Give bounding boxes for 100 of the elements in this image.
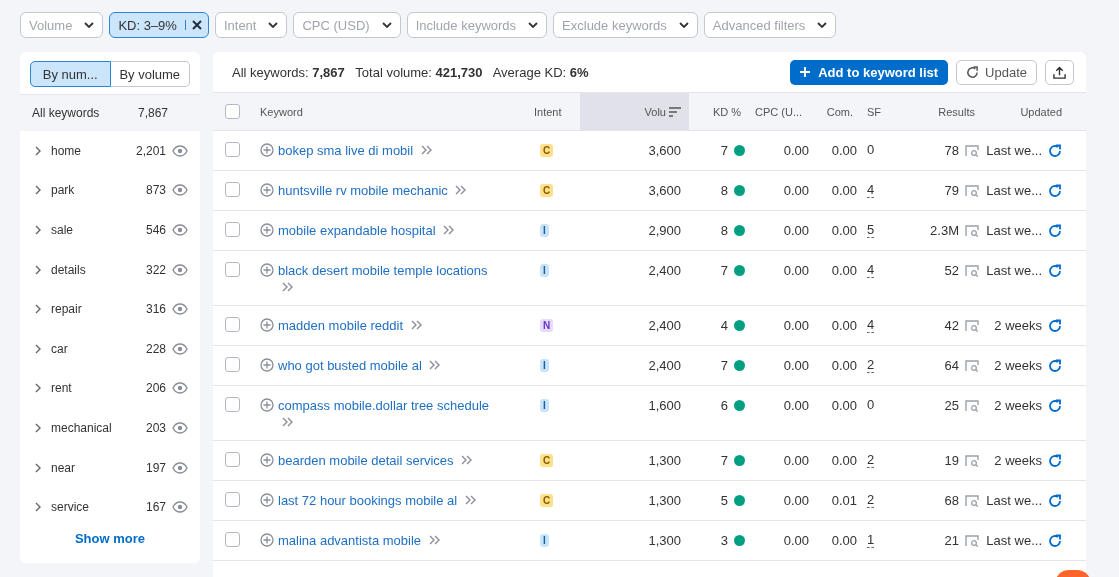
chevron-icon[interactable]	[35, 502, 41, 513]
table-cell[interactable]: 2	[867, 492, 875, 508]
group-name[interactable]: rent	[51, 381, 72, 396]
group-name[interactable]: home	[51, 143, 82, 158]
refresh-icon[interactable]	[1048, 143, 1062, 158]
refresh-icon[interactable]	[1048, 533, 1062, 548]
refresh-icon[interactable]	[1048, 453, 1062, 468]
refresh-icon[interactable]	[1048, 398, 1062, 413]
table-cell[interactable]: 4	[867, 317, 875, 333]
keyword-link[interactable]: black desert mobile temple locations	[278, 263, 488, 278]
column-header[interactable]: Intent	[530, 105, 580, 118]
refresh-icon[interactable]	[1048, 223, 1062, 238]
row-checkbox[interactable]	[225, 452, 240, 467]
chevron-icon[interactable]	[35, 264, 41, 275]
column-header[interactable]: Com.	[809, 105, 857, 118]
add-icon[interactable]	[260, 263, 274, 277]
row-checkbox[interactable]	[225, 397, 240, 412]
table-cell[interactable]: 2	[867, 357, 875, 373]
group-name[interactable]: service	[51, 500, 89, 515]
caret-icon[interactable]	[678, 22, 689, 28]
refresh-icon[interactable]	[966, 65, 980, 79]
filter-chip[interactable]: KD: 3–9%	[109, 12, 209, 38]
serp-icon[interactable]	[965, 534, 979, 547]
eye-icon[interactable]	[172, 263, 188, 276]
chevron-icon[interactable]	[35, 422, 41, 433]
group-name[interactable]: car	[51, 341, 68, 356]
caret-icon[interactable]	[268, 22, 279, 28]
group-name[interactable]: park	[51, 183, 75, 198]
update-button[interactable]: Update	[956, 59, 1037, 85]
column-header[interactable]: CPC (U...	[745, 105, 809, 118]
add-icon[interactable]	[260, 143, 274, 157]
refresh-icon[interactable]	[1048, 493, 1062, 508]
chevron-icon[interactable]	[35, 145, 41, 156]
caret-icon[interactable]	[528, 22, 539, 28]
chevron-icon[interactable]	[35, 185, 41, 196]
double-chevron-icon[interactable]	[420, 145, 433, 155]
eye-icon[interactable]	[172, 461, 188, 474]
keyword-link[interactable]: huntsville rv mobile mechanic	[278, 183, 448, 198]
serp-icon[interactable]	[965, 264, 979, 277]
table-cell[interactable]: 4	[867, 262, 875, 278]
add-icon[interactable]	[260, 493, 274, 507]
chevron-icon[interactable]	[35, 383, 41, 394]
all-keywords-row[interactable]: All keywords 7,867	[20, 94, 200, 131]
eye-icon[interactable]	[172, 342, 188, 355]
chevron-icon[interactable]	[35, 462, 41, 473]
column-header[interactable]: Updated	[979, 105, 1072, 118]
double-chevron-icon[interactable]	[429, 360, 442, 370]
add-icon[interactable]	[260, 318, 274, 332]
add-icon[interactable]	[260, 453, 274, 467]
close-icon[interactable]	[184, 20, 202, 30]
eye-icon[interactable]	[172, 382, 188, 395]
serp-icon[interactable]	[965, 144, 979, 157]
refresh-icon[interactable]	[1048, 358, 1062, 373]
serp-icon[interactable]	[965, 494, 979, 507]
keyword-link[interactable]: bokep sma live di mobil	[278, 143, 414, 158]
keyword-link[interactable]: bearden mobile detail services	[278, 453, 454, 468]
double-chevron-icon[interactable]	[282, 417, 294, 427]
row-checkbox[interactable]	[225, 222, 240, 237]
group-name[interactable]: sale	[51, 223, 73, 237]
refresh-icon[interactable]	[1048, 318, 1062, 333]
group-name[interactable]: mechanical	[51, 420, 112, 435]
eye-icon[interactable]	[172, 303, 188, 316]
double-chevron-icon[interactable]	[464, 495, 477, 505]
caret-icon[interactable]	[84, 22, 95, 28]
column-header[interactable]: Results	[899, 105, 979, 118]
eye-icon[interactable]	[172, 224, 188, 236]
add-icon[interactable]	[260, 183, 274, 197]
plus-icon[interactable]	[800, 67, 811, 77]
keyword-link[interactable]: malina advantista mobile	[278, 533, 422, 548]
keyword-link[interactable]: madden mobile reddit	[278, 318, 404, 333]
group-name[interactable]: repair	[51, 302, 82, 317]
add-icon[interactable]	[260, 398, 274, 412]
row-checkbox[interactable]	[225, 262, 240, 277]
serp-icon[interactable]	[965, 359, 979, 372]
export-icon[interactable]	[1053, 65, 1066, 79]
double-chevron-icon[interactable]	[410, 320, 423, 330]
column-header[interactable]: Keyword	[252, 105, 530, 118]
show-more-link[interactable]: Show more	[74, 530, 146, 546]
chevron-icon[interactable]	[35, 225, 41, 235]
column-header[interactable]: Volu	[580, 93, 689, 130]
chevron-icon[interactable]	[35, 343, 41, 354]
eye-icon[interactable]	[172, 144, 188, 157]
double-chevron-icon[interactable]	[282, 282, 294, 292]
sort-icon[interactable]	[669, 106, 681, 117]
serp-icon[interactable]	[965, 224, 979, 237]
row-checkbox[interactable]	[225, 357, 240, 372]
select-all-checkbox[interactable]	[225, 104, 240, 119]
row-checkbox[interactable]	[225, 492, 240, 507]
row-checkbox[interactable]	[225, 532, 240, 547]
table-cell[interactable]: 4	[867, 182, 875, 198]
caret-icon[interactable]	[381, 22, 392, 28]
serp-icon[interactable]	[965, 184, 979, 197]
row-checkbox[interactable]	[225, 142, 240, 157]
column-header[interactable]: KD %	[689, 105, 745, 118]
chevron-icon[interactable]	[35, 304, 41, 315]
serp-icon[interactable]	[965, 399, 979, 412]
eye-icon[interactable]	[172, 184, 188, 197]
add-icon[interactable]	[260, 358, 274, 372]
filter-label[interactable]: KD: 3–9%	[118, 17, 177, 33]
refresh-icon[interactable]	[1048, 183, 1062, 198]
